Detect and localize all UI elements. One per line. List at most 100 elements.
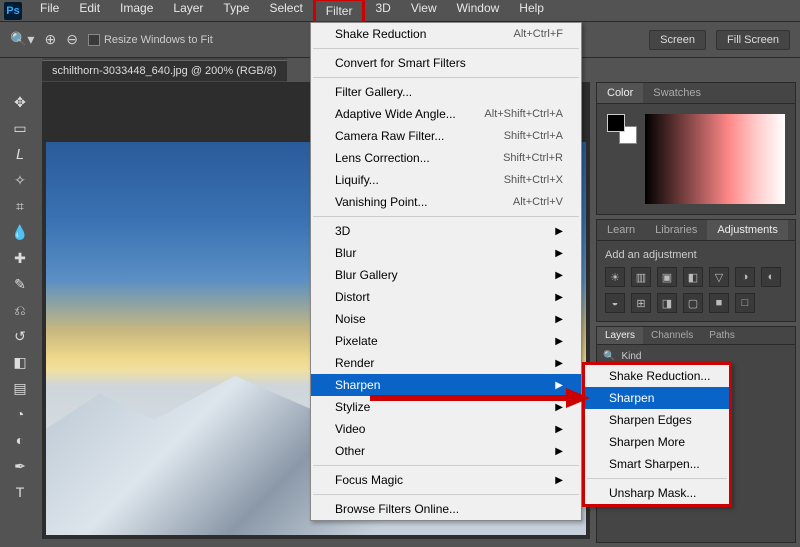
brush-tool[interactable]: ✎: [6, 272, 34, 296]
tab-paths[interactable]: Paths: [701, 327, 743, 344]
resize-windows-checkbox[interactable]: Resize Windows to Fit: [88, 34, 213, 46]
menu-item-adaptive-wide-angle[interactable]: Adaptive Wide Angle...Alt+Shift+Ctrl+A: [311, 103, 581, 125]
move-tool[interactable]: ✥: [6, 90, 34, 114]
menu-item-render[interactable]: Render▶: [311, 352, 581, 374]
menu-shortcut: Shift+Ctrl+R: [503, 152, 563, 164]
menu-window[interactable]: Window: [447, 0, 510, 24]
menu-item-lens-correction[interactable]: Lens Correction... Shift+Ctrl+R: [311, 147, 581, 169]
dodge-tool[interactable]: ◐: [6, 428, 34, 452]
menu-item-label: Convert for Smart Filters: [335, 56, 466, 70]
menu-view[interactable]: View: [401, 0, 447, 24]
history-tool[interactable]: ↺: [6, 324, 34, 348]
adjustment-icon-1[interactable]: ▥: [631, 267, 651, 287]
adjustment-icon-9[interactable]: ◨: [657, 293, 677, 313]
adjustment-icon-6[interactable]: ◐: [761, 267, 781, 287]
menu-item-video[interactable]: Video ▶: [311, 418, 581, 440]
menu-item-smart-sharpen[interactable]: Smart Sharpen...: [585, 453, 729, 475]
menu-type[interactable]: Type: [213, 0, 259, 24]
menu-item-sharpen-more[interactable]: Sharpen More: [585, 431, 729, 453]
wand-tool[interactable]: ✧: [6, 168, 34, 192]
menu-item-convert-for-smart-filters[interactable]: Convert for Smart Filters: [311, 52, 581, 74]
menu-separator: [313, 216, 579, 217]
layer-filter-kind[interactable]: Kind: [621, 351, 641, 362]
marquee-tool[interactable]: ▭: [6, 116, 34, 140]
lasso-tool[interactable]: 𝘓: [6, 142, 34, 166]
crop-tool[interactable]: ⌗: [6, 194, 34, 218]
gradient-tool[interactable]: ▤: [6, 376, 34, 400]
tab-swatches[interactable]: Swatches: [643, 83, 711, 103]
menu-item-sharpen-edges[interactable]: Sharpen Edges: [585, 409, 729, 431]
menu-item-label: Sharpen: [609, 391, 654, 405]
foreground-color-swatch: [607, 114, 625, 132]
zoom-in-icon[interactable]: ⊕: [44, 31, 56, 48]
menu-file[interactable]: File: [30, 0, 69, 24]
menu-item-blur-gallery[interactable]: Blur Gallery▶: [311, 264, 581, 286]
submenu-arrow-icon: ▶: [555, 292, 563, 303]
menu-separator: [313, 494, 579, 495]
submenu-arrow-icon: ▶: [555, 446, 563, 457]
submenu-arrow-icon: ▶: [555, 475, 563, 486]
menu-item-blur[interactable]: Blur▶: [311, 242, 581, 264]
adjustment-icon-12[interactable]: □: [735, 293, 755, 313]
menu-image[interactable]: Image: [110, 0, 163, 24]
menu-item-focus-magic[interactable]: Focus Magic▶: [311, 469, 581, 491]
menu-layer[interactable]: Layer: [163, 0, 213, 24]
menu-item-distort[interactable]: Distort▶: [311, 286, 581, 308]
tab-libraries[interactable]: Libraries: [645, 220, 707, 240]
menu-item-label: Blur Gallery: [335, 268, 398, 282]
type-tool[interactable]: T: [6, 480, 34, 504]
menu-help[interactable]: Help: [509, 0, 554, 24]
eraser-tool[interactable]: ◧: [6, 350, 34, 374]
blur-tool[interactable]: ◔: [6, 402, 34, 426]
menu-item-noise[interactable]: Noise▶: [311, 308, 581, 330]
adjustment-icon-7[interactable]: ◒: [605, 293, 625, 313]
menu-item-other[interactable]: Other ▶: [311, 440, 581, 462]
menu-item-sharpen[interactable]: Sharpen: [585, 387, 729, 409]
menu-filter[interactable]: Filter: [313, 0, 366, 24]
menu-item-3d[interactable]: 3D▶: [311, 220, 581, 242]
adjustment-icon-4[interactable]: ▽: [709, 267, 729, 287]
color-picker[interactable]: [645, 114, 785, 204]
menu-item-label: Lens Correction...: [335, 151, 430, 165]
zoom-out-icon[interactable]: ⊖: [66, 31, 78, 48]
menu-item-shake-reduction[interactable]: Shake Reduction...: [585, 365, 729, 387]
heal-tool[interactable]: ✚: [6, 246, 34, 270]
menu-item-unsharp-mask[interactable]: Unsharp Mask...: [585, 482, 729, 504]
adjustment-icon-8[interactable]: ⊞: [631, 293, 651, 313]
submenu-arrow-icon: ▶: [555, 424, 563, 435]
menu-item-browse-filters-online[interactable]: Browse Filters Online...: [311, 498, 581, 520]
tab-adjustments[interactable]: Adjustments: [707, 220, 788, 240]
adjustment-icon-5[interactable]: ◑: [735, 267, 755, 287]
foreground-background-swatch[interactable]: [607, 114, 637, 144]
tab-learn[interactable]: Learn: [597, 220, 645, 240]
menu-item-filter-gallery[interactable]: Filter Gallery...: [311, 81, 581, 103]
adjustment-icon-11[interactable]: ■: [709, 293, 729, 313]
menu-item-pixelate[interactable]: Pixelate▶: [311, 330, 581, 352]
menu-select[interactable]: Select: [259, 0, 312, 24]
eyedrop-tool[interactable]: 💧: [6, 220, 34, 244]
document-tab[interactable]: schilthorn-3033448_640.jpg @ 200% (RGB/8…: [42, 60, 287, 81]
adjustment-icon-10[interactable]: ▢: [683, 293, 703, 313]
menu-item-shake-reduction[interactable]: Shake ReductionAlt+Ctrl+F: [311, 23, 581, 45]
tab-layers[interactable]: Layers: [597, 327, 643, 344]
adjustment-icon-0[interactable]: ☀: [605, 267, 625, 287]
adjustment-icon-3[interactable]: ◧: [683, 267, 703, 287]
menu-item-label: Unsharp Mask...: [609, 486, 696, 500]
resize-windows-label: Resize Windows to Fit: [104, 34, 213, 46]
zoom-tool-icon[interactable]: 🔍▾: [10, 31, 34, 48]
menu-edit[interactable]: Edit: [69, 0, 110, 24]
tab-color[interactable]: Color: [597, 83, 643, 103]
fill-screen-button[interactable]: Fill Screen: [716, 30, 790, 50]
fit-screen-button[interactable]: Screen: [649, 30, 706, 50]
menu-item-camera-raw-filter[interactable]: Camera Raw Filter...Shift+Ctrl+A: [311, 125, 581, 147]
stamp-tool[interactable]: ⎌: [6, 298, 34, 322]
pen-tool[interactable]: ✒: [6, 454, 34, 478]
menu-item-label: Noise: [335, 312, 366, 326]
menu-item-label: Video: [335, 422, 365, 436]
menu-item-liquify[interactable]: Liquify...Shift+Ctrl+X: [311, 169, 581, 191]
menu-item-label: Other: [335, 444, 365, 458]
menu-item-vanishing-point[interactable]: Vanishing Point...Alt+Ctrl+V: [311, 191, 581, 213]
tab-channels[interactable]: Channels: [643, 327, 701, 344]
adjustment-icon-2[interactable]: ▣: [657, 267, 677, 287]
menu-3d[interactable]: 3D: [365, 0, 400, 24]
